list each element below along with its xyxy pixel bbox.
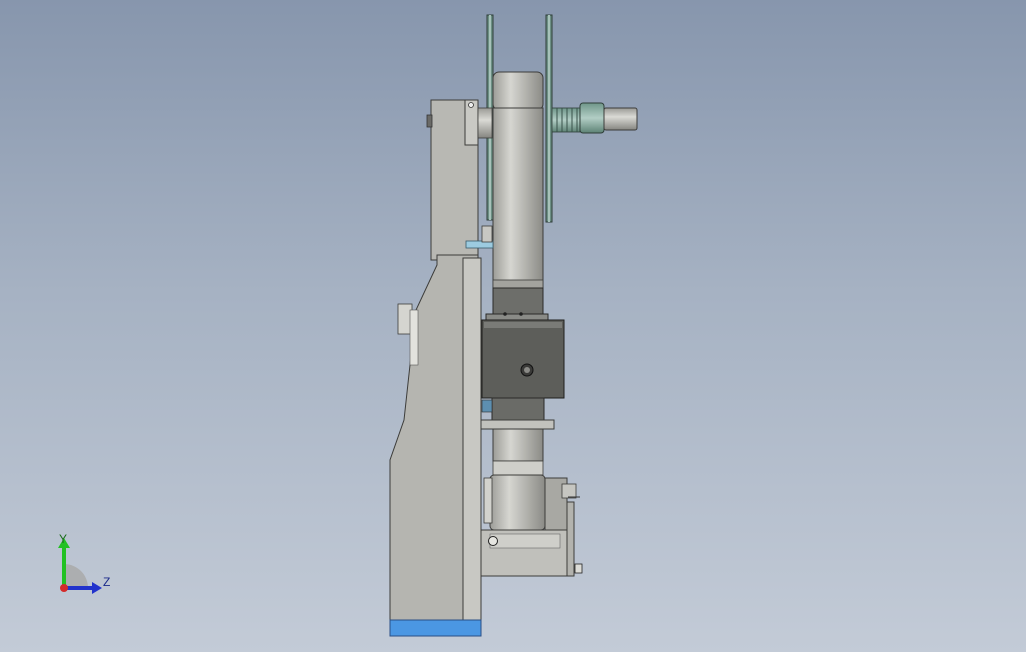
upper-column[interactable] bbox=[426, 99, 479, 261]
lower-roller[interactable] bbox=[483, 428, 580, 531]
motor-housing[interactable] bbox=[481, 287, 565, 421]
triad-plane bbox=[64, 564, 88, 588]
cad-viewport[interactable]: Y Z bbox=[0, 0, 1026, 652]
triad-z-label: Z bbox=[103, 575, 111, 589]
reel-flange-right[interactable] bbox=[545, 14, 553, 223]
x-axis-dot-icon bbox=[60, 584, 68, 592]
triad-y-label: Y bbox=[59, 532, 68, 546]
base-plate[interactable] bbox=[389, 619, 482, 637]
bracket-plate[interactable] bbox=[480, 419, 555, 430]
side-plate[interactable] bbox=[389, 254, 482, 621]
model-drawing bbox=[389, 14, 638, 637]
shaft-spring[interactable] bbox=[551, 102, 638, 134]
